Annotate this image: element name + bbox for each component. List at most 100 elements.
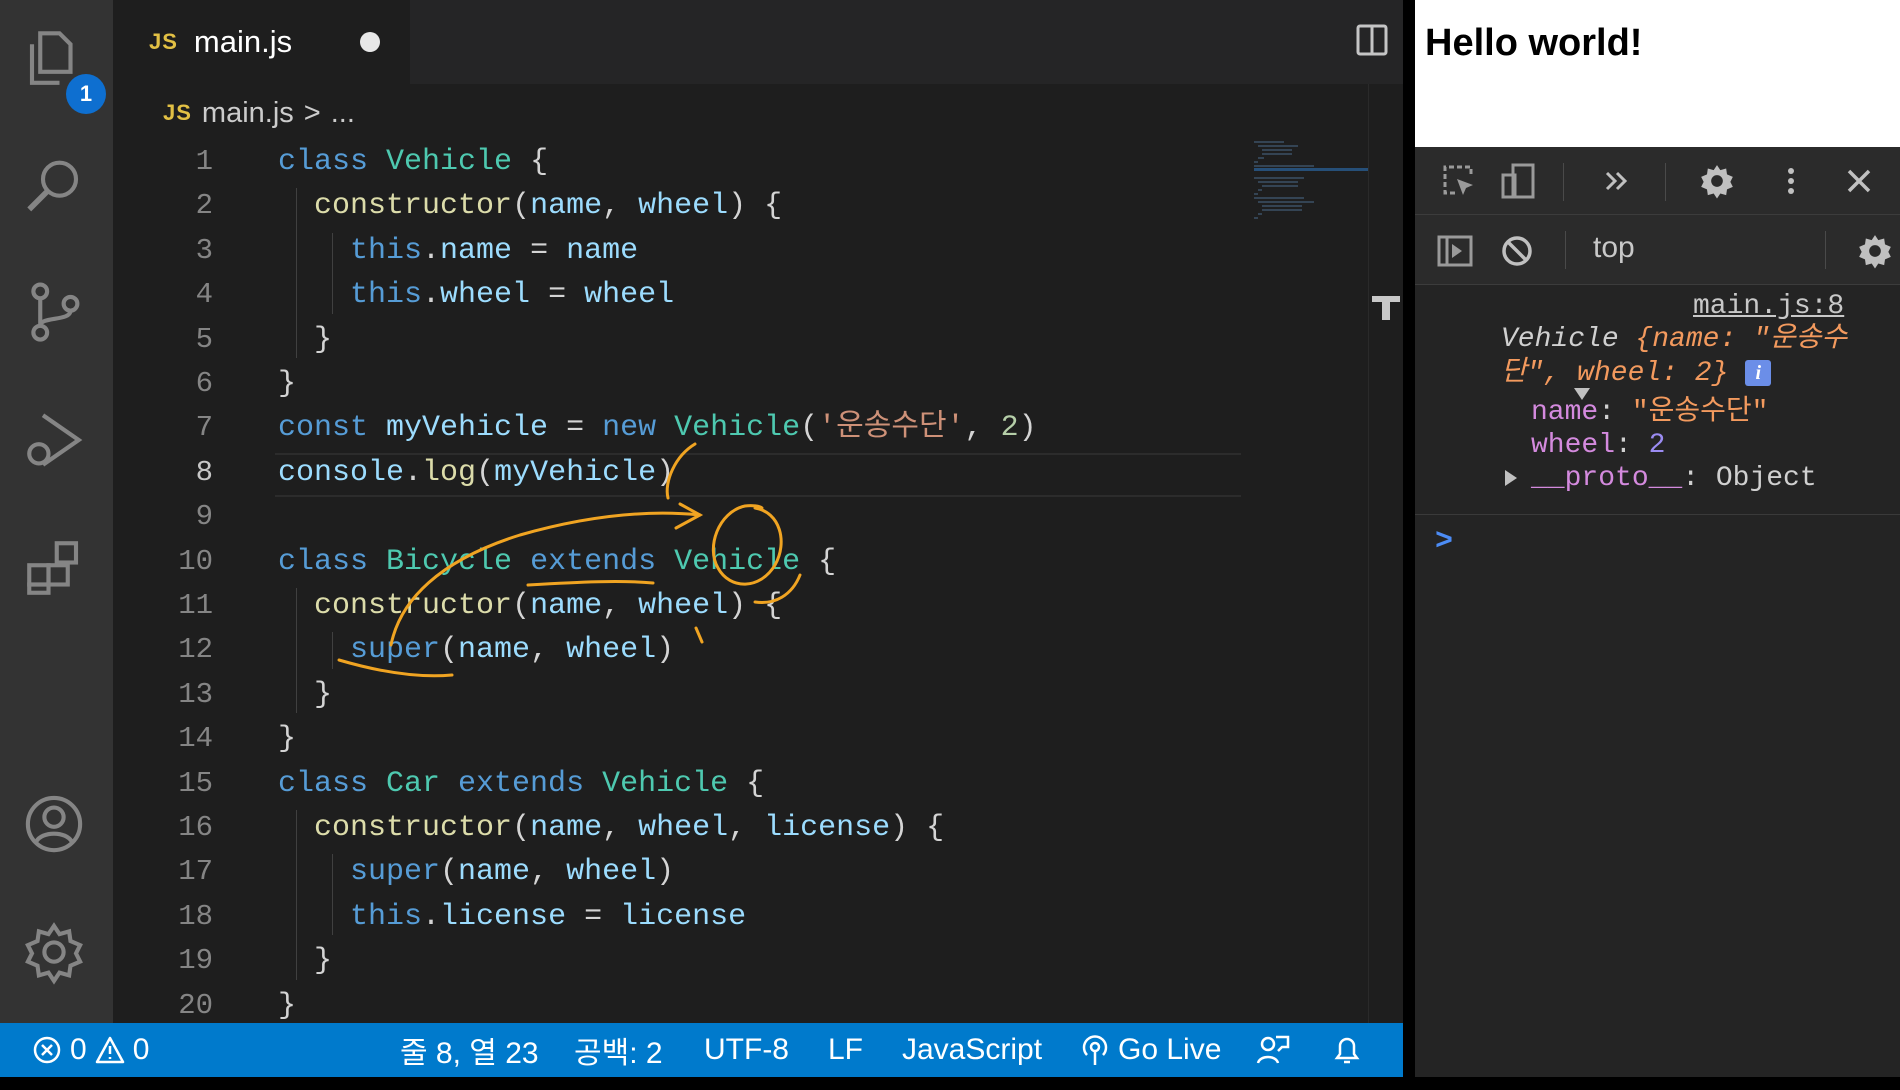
prop-key: name: [1531, 397, 1599, 428]
explorer-button[interactable]: 1: [14, 18, 106, 114]
extensions-button[interactable]: [14, 528, 94, 608]
breadcrumb-symbol[interactable]: ...: [331, 97, 355, 130]
tab-label: main.js: [193, 24, 293, 59]
go-live-label: Go Live: [1118, 1033, 1222, 1066]
code-text: constructor(name, wheel) {: [314, 589, 783, 623]
context-selector[interactable]: top: [1593, 231, 1635, 265]
code-line[interactable]: 18 this.license = license: [113, 895, 1363, 939]
go-live-button[interactable]: Go Live: [1080, 1023, 1221, 1077]
gear-icon: [1701, 165, 1733, 199]
code-text: class Vehicle {: [278, 145, 549, 179]
page-viewport: Hello world!: [1415, 0, 1900, 147]
console-settings-button[interactable]: [1853, 229, 1897, 273]
indent-guide: [332, 854, 333, 936]
customize-devtools-button[interactable]: [1769, 159, 1813, 203]
code-text: class Bicycle extends Vehicle {: [278, 544, 837, 579]
overview-ruler[interactable]: [1368, 84, 1369, 1024]
overview-ruler-marker: [1372, 296, 1400, 320]
warning-icon: [95, 1036, 124, 1064]
device-toolbar-button[interactable]: [1497, 159, 1541, 203]
line-number: 13: [178, 677, 213, 711]
devtools-settings-button[interactable]: [1695, 159, 1739, 203]
code-text: }: [278, 677, 333, 712]
run-debug-button[interactable]: [14, 400, 94, 480]
divider: [1415, 514, 1900, 515]
code-line[interactable]: 14}: [113, 717, 1363, 761]
code-text: super(name, wheel): [350, 633, 675, 668]
problems-indicator[interactable]: 0 0: [32, 1023, 149, 1077]
line-number: 17: [178, 855, 213, 889]
line-number: 3: [195, 233, 213, 267]
error-icon: [33, 1036, 61, 1064]
code-line[interactable]: 17 super(name, wheel): [113, 850, 1363, 894]
code-line[interactable]: 10 class Bicycle extends Vehicle {: [113, 540, 1363, 584]
inspect-element-button[interactable]: [1437, 159, 1481, 203]
indent-guide: [332, 232, 333, 314]
code-line[interactable]: 3 this.name = name: [113, 229, 1363, 273]
console-toolbar: top: [1415, 215, 1900, 285]
code-line[interactable]: 5 }: [113, 318, 1363, 362]
split-editor-button[interactable]: [1350, 18, 1394, 62]
code-text: super(name, wheel): [350, 855, 675, 890]
encoding[interactable]: UTF-8: [704, 1023, 789, 1077]
info-badge-icon[interactable]: i: [1745, 359, 1772, 386]
code-line[interactable]: 11 constructor(name, wheel) {: [113, 584, 1363, 628]
more-tabs-button[interactable]: [1595, 159, 1639, 203]
indentation[interactable]: 공백: 2: [574, 1023, 663, 1077]
code-line[interactable]: 15 class Car extends Vehicle {: [113, 762, 1363, 806]
line-number: 2: [195, 189, 213, 223]
code-text: }: [278, 988, 297, 1023]
indent-guide: [296, 188, 297, 358]
indent-guide: [296, 810, 297, 980]
feedback-button[interactable]: [1256, 1023, 1290, 1077]
code-line[interactable]: 4 this.wheel = wheel: [113, 273, 1363, 317]
log-prop-proto[interactable]: __proto__: Object: [1501, 462, 1817, 496]
source-control-button[interactable]: [14, 272, 94, 352]
line-number: 11: [178, 589, 213, 622]
run-debug-icon: [27, 413, 83, 467]
line-number: 15: [178, 766, 213, 800]
log-summary-part1: {name: "운송수: [1618, 324, 1848, 355]
code-text: this.license = license: [350, 899, 747, 934]
unsaved-dot-icon[interactable]: [360, 32, 380, 52]
devtools-toolbar: [1415, 147, 1900, 215]
line-number: 1: [195, 145, 213, 178]
status-bar: 0 0 줄 8, 열 23 공백: 2 UTF-8 LF JavaScript …: [0, 1023, 1403, 1077]
code-line[interactable]: 9: [113, 495, 1363, 539]
line-number: 10: [178, 544, 213, 578]
end-of-line[interactable]: LF: [828, 1023, 863, 1077]
show-sidebar-button[interactable]: [1433, 229, 1477, 273]
code-line[interactable]: 6}: [113, 362, 1363, 406]
clear-console-icon: [1502, 236, 1532, 266]
code-line[interactable]: 12 super(name, wheel): [113, 628, 1363, 672]
code-line[interactable]: 7 const myVehicle = new Vehicle('운송수단', 2…: [113, 406, 1363, 450]
breadcrumb: JS main.js > ...: [163, 92, 355, 134]
current-line-highlight: [275, 453, 1241, 497]
close-devtools-button[interactable]: [1837, 159, 1881, 203]
breadcrumb-file[interactable]: main.js: [202, 97, 294, 130]
clear-console-button[interactable]: [1495, 229, 1539, 273]
code-line[interactable]: 19 }: [113, 939, 1363, 983]
language-mode[interactable]: JavaScript: [902, 1023, 1042, 1077]
console-prompt[interactable]: >: [1435, 525, 1453, 559]
source-link[interactable]: main.js:8: [1693, 291, 1844, 322]
tab-main-js[interactable]: JS main.js: [113, 0, 410, 84]
chevron-right-icon: >: [303, 96, 321, 129]
search-button[interactable]: [14, 146, 94, 226]
account-button[interactable]: [14, 784, 94, 864]
error-count: 0: [70, 1033, 87, 1066]
minimap[interactable]: [1248, 138, 1368, 228]
code-text: }: [278, 722, 297, 757]
cursor-position[interactable]: 줄 8, 열 23: [400, 1023, 539, 1077]
code-line[interactable]: 20}: [113, 984, 1363, 1028]
log-summary-line1[interactable]: Vehicle {name: "운송수: [1501, 323, 1847, 357]
notifications-button[interactable]: [1332, 1023, 1362, 1077]
log-summary-line2[interactable]: 단", wheel: 2} i: [1501, 357, 1772, 391]
code-line[interactable]: 1 class Vehicle {: [113, 140, 1363, 184]
code-line[interactable]: 13 }: [113, 673, 1363, 717]
line-number: 20: [178, 988, 213, 1022]
code-line[interactable]: 2 constructor(name, wheel) {: [113, 184, 1363, 228]
manage-button[interactable]: [14, 912, 94, 992]
code-line[interactable]: 16 constructor(name, wheel, license) {: [113, 806, 1363, 850]
warning-count: 0: [132, 1033, 150, 1066]
